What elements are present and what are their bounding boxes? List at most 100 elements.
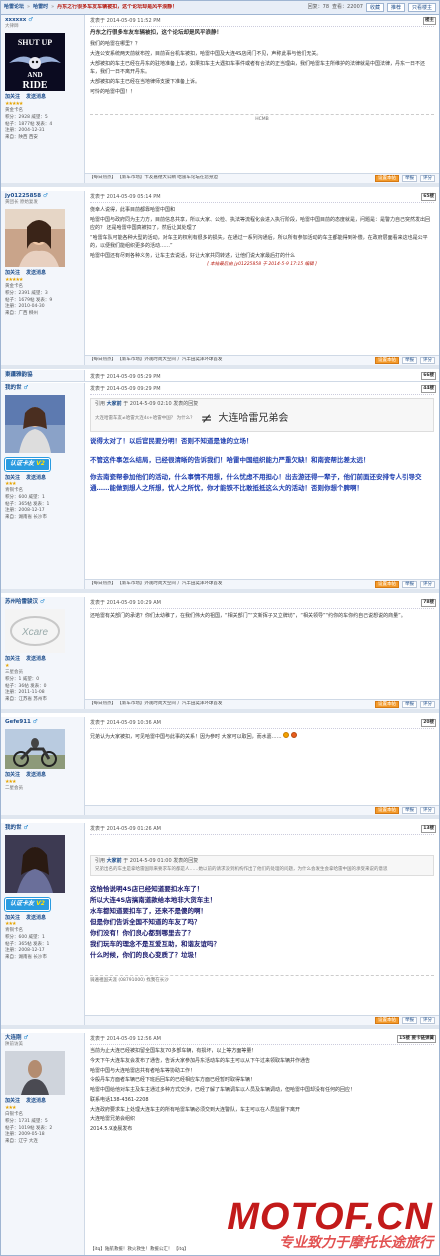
quote-heading: 大连哈雷兄弟会	[218, 413, 289, 425]
floor-label[interactable]: 65楼	[421, 193, 436, 202]
author-name[interactable]: Gefe911	[5, 719, 31, 725]
reply-count: 回复：78	[307, 4, 330, 11]
avatar[interactable]	[5, 209, 65, 268]
manage-post-button[interactable]: 设置本帖	[375, 701, 399, 708]
follow-button[interactable]: 加关注	[5, 94, 20, 101]
floor-label[interactable]: 楼主	[423, 17, 436, 26]
post-body: 当前为止大连已经被扣留全国车友70多部车辆，有损坏，以上等方面等量！ 今天下午大连…	[90, 1048, 356, 1132]
avatar[interactable]	[5, 1051, 65, 1096]
avatar[interactable]: SHUT UP AND RIDE	[5, 33, 65, 92]
author-title: 陕前访美	[5, 1042, 23, 1048]
report-button[interactable]: 举报	[402, 581, 417, 588]
report-button[interactable]: 举报	[402, 1017, 417, 1024]
gender-icon: ♂	[32, 719, 38, 725]
quote-text: 兄弟出名的车主是拿哈雷国际来要求车的都是人……她以前的请求没到机构作出了他们的处…	[95, 866, 388, 872]
author-name[interactable]: 東疆雅韵協	[5, 372, 80, 379]
gender-icon: ♂	[23, 825, 29, 831]
floor-label[interactable]: 44楼	[421, 385, 436, 394]
rank-stars: ★★★★★	[5, 277, 23, 284]
floor-label[interactable]: 13楼	[421, 825, 436, 834]
signature: HCMB	[90, 114, 434, 123]
smiley-icon	[290, 732, 297, 738]
footer-ad[interactable]: 【每日热点】 【新车市场】卡友嘉德大公網 哈雷车论坛在您身边	[89, 175, 372, 181]
rate-button[interactable]: 评分	[420, 701, 435, 708]
manage-post-button[interactable]: 设置本帖	[375, 581, 399, 588]
manage-post-button[interactable]: 设置本帖	[375, 1017, 399, 1024]
author-name[interactable]: xxxxxx	[5, 17, 26, 23]
author-name[interactable]: jy01225858	[5, 193, 41, 199]
manage-post-button[interactable]: 设置本帖	[375, 357, 399, 364]
follow-button[interactable]: 加关注	[5, 475, 20, 482]
post-date: 发表于 2014-05-09 12:56 AM	[90, 1036, 161, 1043]
footer-ad[interactable]: 【每日热点】 【新车市场】外观时尚大空间 广汽丰田奕泽环球首发	[89, 701, 372, 707]
floor-label[interactable]: 20楼	[421, 719, 436, 728]
post-date: 发表于 2014-05-09 10:29 AM	[90, 600, 161, 607]
message-button[interactable]: 发送消息	[26, 270, 46, 277]
avatar[interactable]	[5, 395, 65, 454]
rank-stars: ★★★	[5, 1105, 16, 1112]
author-name[interactable]: 大连刚	[5, 1035, 22, 1041]
message-button[interactable]: 发送消息	[26, 915, 46, 922]
message-button[interactable]: 发送消息	[26, 475, 46, 482]
author-stats: 积分：2928 威望：5 帖子：1877帖 发表：4 注册：2004-12-31 来自…	[5, 115, 53, 140]
floor-label[interactable]: 66楼	[421, 372, 436, 381]
svg-text:AND: AND	[27, 71, 42, 79]
manage-post-button[interactable]: 设置本帖	[375, 175, 399, 182]
floor-label[interactable]: 78楼	[421, 599, 436, 608]
svg-text:RIDE: RIDE	[22, 80, 47, 91]
report-button[interactable]: 举报	[402, 701, 417, 708]
edit-note: [ 本帖最后由 jy01225858 于 2014-5-9 17:15 编辑 ]	[207, 262, 317, 267]
report-button[interactable]: 举报	[402, 175, 417, 182]
portrait-photo-icon	[5, 835, 65, 894]
post-reply: Gefe911 ♂ 加关注 发送消息 ★★★ 二星会员 发表于 2014-05-0…	[1, 717, 439, 819]
message-button[interactable]: 发送消息	[26, 772, 46, 779]
footer-ad[interactable]: 【每日热点】 【新车市场】外观时尚大空间 广汽丰田奕泽环球首发	[89, 581, 372, 587]
author-name[interactable]: 我的世	[5, 825, 22, 831]
avatar[interactable]	[5, 835, 65, 894]
logo-avatar-icon: Xcare	[5, 609, 65, 654]
author-only-button[interactable]: 只看楼主	[407, 3, 436, 12]
rank-stars: ★★★	[5, 779, 16, 786]
rank-stars: ★	[5, 663, 9, 670]
report-button[interactable]: 举报	[402, 807, 417, 814]
breadcrumb-board[interactable]: 哈雷时	[33, 4, 48, 11]
avatar[interactable]: Xcare	[5, 609, 65, 654]
footer-ad[interactable]: 【每日热点】 【新车市场】外观时尚大空间 广汽丰田奕泽环球首发	[89, 357, 372, 363]
favorite-button[interactable]: 收藏	[365, 3, 384, 12]
rank-label: 青铜卡名	[5, 928, 23, 934]
forum-thread-page: 哈雷论坛 » 哈雷时 » 丹东之行很多车友车辆被扣，这个论坛却是风平浪静！ 回复…	[0, 0, 440, 1256]
avatar[interactable]	[5, 729, 65, 770]
follow-button[interactable]: 加关注	[5, 772, 20, 779]
follow-button[interactable]: 加关注	[5, 656, 20, 663]
author-name[interactable]: 我的世	[5, 385, 22, 391]
rate-button[interactable]: 评分	[420, 357, 435, 364]
view-count: 查看：22007	[332, 4, 363, 11]
post-content: 发表于 2014-05-09 10:29 AM 78楼 还哈雷有关部门的承诺？你…	[85, 597, 439, 709]
rate-button[interactable]: 评分	[420, 1017, 435, 1024]
post-footer: 【每日热点】 【新车市场】卡友嘉德大公網 哈雷车论坛在您身边 设置本帖 举报 评…	[85, 173, 439, 183]
rate-button[interactable]: 评分	[420, 807, 435, 814]
recommend-button[interactable]: 推荐	[386, 3, 405, 12]
message-button[interactable]: 发送消息	[26, 1098, 46, 1105]
thread-topbar: 哈雷论坛 » 哈雷时 » 丹东之行很多车友车辆被扣，这个论坛却是风平浪静！ 回复…	[1, 1, 439, 15]
message-button[interactable]: 发送消息	[26, 94, 46, 101]
follow-button[interactable]: 加关注	[5, 270, 20, 277]
author-panel: 苏州哈雷骏汉 ♂ Xcare 加关注 发送消息 ★ 三星会员 积分：1 威望：0 帖…	[1, 597, 85, 709]
footer-ad[interactable]: 【itq】陆航救援！救火救生！救援公汇！ 【itq】	[90, 1247, 189, 1253]
post-title: 丹东之行很多车友车辆被扣，这个论坛却是风平浪静！	[90, 30, 223, 36]
report-button[interactable]: 举报	[402, 357, 417, 364]
follow-button[interactable]: 加关注	[5, 915, 20, 922]
quote-author[interactable]: 大家前	[107, 858, 122, 864]
author-panel: jy01225858 ♂ 黄团长 原始复发 加关注 发送消息 ★★★★★ 黄金卡名…	[1, 191, 85, 365]
breadcrumb-forum[interactable]: 哈雷论坛	[4, 4, 24, 11]
author-name[interactable]: 苏州哈雷骏汉	[5, 599, 38, 605]
floor-label[interactable]: 15楼 要卡链弹簧	[397, 1035, 436, 1044]
manage-post-button[interactable]: 设置本帖	[375, 807, 399, 814]
rate-button[interactable]: 评分	[420, 175, 435, 182]
follow-button[interactable]: 加关注	[5, 1098, 20, 1105]
svg-text:Xcare: Xcare	[21, 627, 49, 638]
post-date: 发表于 2014-05-09 05:29 PM	[90, 373, 161, 380]
rate-button[interactable]: 评分	[420, 581, 435, 588]
quote-author[interactable]: 大家前	[107, 401, 122, 407]
message-button[interactable]: 发送消息	[26, 656, 46, 663]
